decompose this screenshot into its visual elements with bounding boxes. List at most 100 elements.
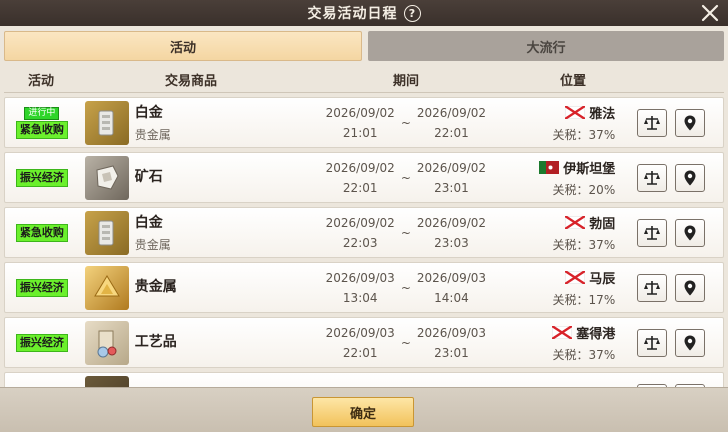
activity-badge: 紧急收购 <box>15 223 68 242</box>
period-cell: 2026/09/02 22:01 ~ 2026/09/02 23:01 <box>304 161 507 195</box>
goods-cell: 贵金属 <box>79 265 304 310</box>
trade-scale-button[interactable] <box>637 108 668 137</box>
location-pin-icon <box>684 115 696 130</box>
confirm-button[interactable]: 确定 <box>312 397 414 427</box>
location-cell: 勃固 关税：37% <box>508 213 638 253</box>
row-actions <box>637 108 723 137</box>
close-button[interactable] <box>700 3 720 23</box>
activity-cell: 振兴经济 <box>5 333 79 352</box>
platinum-ingot-icon <box>98 220 114 245</box>
table-row[interactable]: 进行中 紧急收购 白金 贵金属 2026/09/02 21:01 ~ 2026/… <box>4 97 724 148</box>
goods-cell: 白金 贵金属 <box>79 210 304 255</box>
end-time: 22:01 <box>434 125 469 140</box>
help-icon[interactable]: ? <box>403 4 421 22</box>
goods-category: 贵金属 <box>134 238 171 252</box>
tariff-text: 关税：37% <box>552 347 616 362</box>
table-header: 活动 交易商品 期间 位置 <box>4 67 724 93</box>
goods-name: 工艺品 <box>134 333 177 350</box>
row-actions <box>637 273 723 302</box>
table-body: 进行中 紧急收购 白金 贵金属 2026/09/02 21:01 ~ 2026/… <box>4 97 724 387</box>
tariff-text: 关税：37% <box>552 237 616 252</box>
row-actions <box>637 218 723 247</box>
precious-metal-icon <box>93 274 120 296</box>
goods-cell: 白金 贵金属 <box>79 100 304 145</box>
start-time: 13:04 <box>342 290 378 305</box>
location-pin-icon <box>684 335 696 350</box>
start-time: 21:01 <box>342 125 378 140</box>
goods-image <box>84 100 129 145</box>
period-cell: 2026/09/03 13:04 ~ 2026/09/03 14:04 <box>304 271 507 305</box>
table-row[interactable]: 振兴经济 金块 2026/09/05 ~ 2026/09/05 <box>4 372 724 387</box>
end-time: 23:01 <box>434 345 469 360</box>
trade-scale-button[interactable] <box>637 328 668 357</box>
row-actions <box>637 163 723 192</box>
red-cross-flag-icon <box>565 215 586 229</box>
locate-port-button[interactable] <box>675 218 706 247</box>
scale-icon <box>644 335 661 350</box>
green-red-flag-icon <box>539 160 560 174</box>
activity-cell: 紧急收购 <box>5 223 79 242</box>
range-separator: ~ <box>400 280 411 295</box>
ore-icon <box>96 164 119 190</box>
scale-icon <box>644 225 661 240</box>
table-row[interactable]: 振兴经济 贵金属 2026/09/03 13:04 ~ 2026/09/03 1… <box>4 262 724 313</box>
header-activity: 活动 <box>27 74 54 89</box>
trade-scale-button[interactable] <box>637 273 668 302</box>
end-datetime: 2026/09/02 22:01 <box>417 106 486 140</box>
location-pin-icon <box>684 280 696 295</box>
trade-scale-button[interactable] <box>637 163 668 192</box>
goods-cell: 金块 <box>79 375 304 387</box>
title-bar: 交易活动日程 ? <box>0 0 728 26</box>
scale-icon <box>644 170 661 185</box>
port-name: 雅法 <box>589 106 616 122</box>
end-date: 2026/09/03 <box>416 270 487 285</box>
range-separator: ~ <box>400 335 411 350</box>
locate-port-button[interactable] <box>675 273 706 302</box>
period-cell: 2026/09/02 21:01 ~ 2026/09/02 22:01 <box>304 106 507 140</box>
header-goods: 交易商品 <box>164 74 217 89</box>
range-separator: ~ <box>400 115 411 130</box>
start-date: 2026/09/02 <box>325 160 395 175</box>
goods-cell: 矿石 <box>79 155 304 200</box>
goods-image <box>84 155 129 200</box>
start-datetime: 2026/09/03 22:01 <box>326 326 395 360</box>
end-date: 2026/09/02 <box>416 160 487 175</box>
range-separator: ~ <box>400 170 411 185</box>
port-name: 马辰 <box>589 271 616 287</box>
table-row[interactable]: 紧急收购 白金 贵金属 2026/09/02 22:03 ~ 2026/09/0… <box>4 207 724 258</box>
tab-activity[interactable]: 活动 <box>4 31 362 61</box>
locate-port-button[interactable] <box>675 328 706 357</box>
port-name: 塞得港 <box>576 326 616 342</box>
tariff-text: 关税：17% <box>552 292 616 307</box>
location-cell: 伊斯坦堡 关税：20% <box>508 158 638 198</box>
goods-cell: 工艺品 <box>79 320 304 365</box>
row-actions <box>637 328 723 357</box>
end-datetime: 2026/09/03 14:04 <box>417 271 486 305</box>
start-datetime: 2026/09/02 22:03 <box>326 216 395 250</box>
scale-icon <box>644 115 661 130</box>
location-cell: 雅法 关税：37% <box>508 103 638 143</box>
table-row[interactable]: 振兴经济 工艺品 2026/09/03 22:01 ~ 2026/09/03 2… <box>4 317 724 368</box>
schedule-panel: 活动 大流行 活动 交易商品 期间 位置 进行中 紧急收购 白金 贵金属 202… <box>0 26 728 432</box>
end-date: 2026/09/03 <box>416 325 487 340</box>
start-time: 22:03 <box>342 235 378 250</box>
locate-port-button[interactable] <box>675 163 706 192</box>
activity-badge: 振兴经济 <box>15 278 68 297</box>
start-time: 22:01 <box>342 180 378 195</box>
tab-pandemic[interactable]: 大流行 <box>368 31 724 61</box>
goods-name: 贵金属 <box>134 278 177 295</box>
status-badge: 进行中 <box>24 106 60 120</box>
period-cell: 2026/09/02 22:03 ~ 2026/09/02 23:03 <box>304 216 507 250</box>
goods-category: 贵金属 <box>134 128 171 142</box>
crafts-icon <box>97 330 117 357</box>
goods-image <box>84 320 129 365</box>
red-cross-flag-icon <box>565 105 586 119</box>
locate-port-button[interactable] <box>675 108 706 137</box>
end-time: 23:03 <box>434 235 469 250</box>
header-location: 位置 <box>559 74 586 89</box>
trade-scale-button[interactable] <box>637 218 668 247</box>
location-cell: 塞得港 关税：37% <box>508 323 638 363</box>
start-time: 22:01 <box>342 345 378 360</box>
activity-badge: 紧急收购 <box>15 120 68 139</box>
table-row[interactable]: 振兴经济 矿石 2026/09/02 22:01 ~ 2026/09/02 23… <box>4 152 724 203</box>
